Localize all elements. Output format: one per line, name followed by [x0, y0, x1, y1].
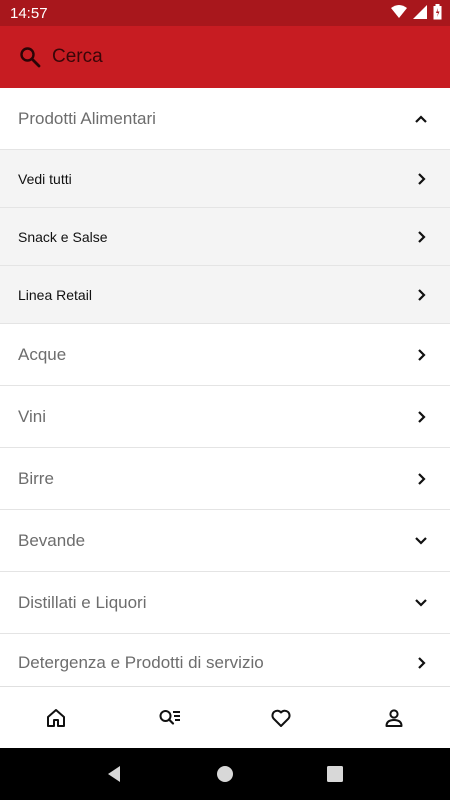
status-icons — [391, 4, 442, 20]
chevron-right-icon — [418, 656, 426, 669]
back-icon[interactable] — [106, 765, 124, 783]
nav-search-list[interactable] — [113, 687, 226, 748]
subcategory-label: Snack e Salse — [18, 228, 108, 245]
category-list: Prodotti Alimentari Vedi tutti Snack e S… — [0, 88, 450, 692]
chevron-down-icon — [415, 598, 427, 607]
subcategory-label: Linea Retail — [18, 286, 92, 303]
nav-profile[interactable] — [338, 687, 450, 748]
chevron-right-icon — [418, 410, 426, 423]
chevron-right-icon — [418, 472, 426, 485]
category-label: Prodotti Alimentari — [18, 108, 156, 128]
category-distillati-e-liquori[interactable]: Distillati e Liquori — [0, 572, 450, 634]
system-navigation-bar — [0, 748, 450, 800]
category-label: Acque — [18, 344, 67, 364]
chevron-down-icon — [415, 536, 427, 545]
category-label: Bevande — [18, 530, 86, 550]
search-bar[interactable]: Cerca — [0, 26, 450, 88]
category-label: Birre — [18, 468, 54, 488]
category-label: Distillati e Liquori — [18, 592, 147, 612]
nav-favorites[interactable] — [225, 687, 338, 748]
chevron-right-icon — [418, 172, 426, 185]
recents-icon[interactable] — [326, 765, 344, 783]
home-icon — [47, 708, 66, 727]
category-detergenza[interactable]: Detergenza e Prodotti di servizio — [0, 634, 450, 692]
category-birre[interactable]: Birre — [0, 448, 450, 510]
battery-icon — [433, 4, 442, 20]
cell-signal-icon — [413, 5, 427, 19]
category-prodotti-alimentari[interactable]: Prodotti Alimentari — [0, 88, 450, 150]
search-list-icon — [159, 709, 180, 725]
chevron-right-icon — [418, 348, 426, 361]
category-vini[interactable]: Vini — [0, 386, 450, 448]
wifi-icon — [391, 5, 407, 18]
search-icon[interactable] — [18, 45, 42, 69]
chevron-right-icon — [418, 288, 426, 301]
bottom-nav — [0, 686, 450, 748]
chevron-right-icon — [418, 230, 426, 243]
subcategory-snack-e-salse[interactable]: Snack e Salse — [0, 208, 450, 266]
status-time: 14:57 — [10, 5, 48, 22]
heart-icon — [271, 709, 291, 727]
status-bar: 14:57 — [0, 0, 450, 26]
subcategory-linea-retail[interactable]: Linea Retail — [0, 266, 450, 324]
category-bevande[interactable]: Bevande — [0, 510, 450, 572]
chevron-up-icon — [415, 114, 427, 123]
person-icon — [385, 708, 403, 727]
nav-home[interactable] — [0, 687, 113, 748]
search-input[interactable]: Cerca — [52, 46, 103, 68]
subcategory-label: Vedi tutti — [18, 170, 72, 187]
subcategory-vedi-tutti[interactable]: Vedi tutti — [0, 150, 450, 208]
category-acque[interactable]: Acque — [0, 324, 450, 386]
home-circle-icon[interactable] — [216, 765, 234, 783]
category-label: Detergenza e Prodotti di servizio — [18, 652, 264, 672]
category-label: Vini — [18, 406, 47, 426]
